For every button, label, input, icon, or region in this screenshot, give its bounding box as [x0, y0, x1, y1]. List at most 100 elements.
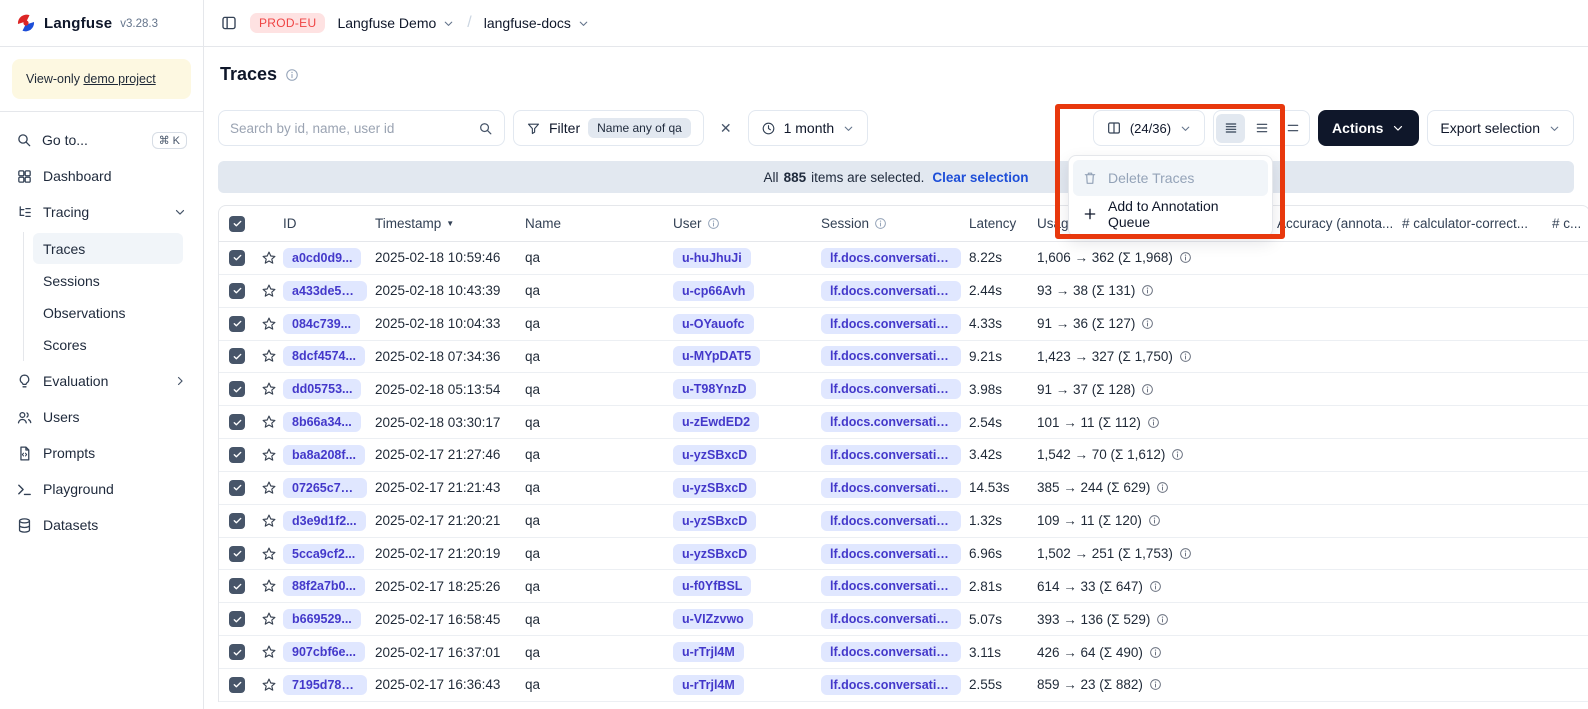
table-row[interactable]: 084c739... 2025-02-18 10:04:33 qa u-OYau… [219, 308, 1588, 341]
menu-item-delete-traces[interactable]: Delete Traces [1073, 160, 1268, 196]
user-badge[interactable]: u-MYpDAT5 [673, 346, 760, 366]
row-checkbox[interactable] [229, 447, 245, 463]
column-header-name[interactable]: Name [525, 216, 673, 231]
sidebar-item-tracing[interactable]: Tracing [8, 195, 195, 229]
trace-id-badge[interactable]: ba8a208f... [283, 445, 365, 465]
session-badge[interactable]: lf.docs.conversation... [821, 412, 961, 432]
column-header-timestamp[interactable]: Timestamp▼ [375, 216, 525, 231]
info-icon[interactable] [874, 217, 887, 230]
user-badge[interactable]: u-zEwdED2 [673, 412, 759, 432]
sidebar-toggle-icon[interactable] [220, 14, 238, 32]
user-badge[interactable]: u-f0YfBSL [673, 576, 751, 596]
trace-id-badge[interactable]: 907cbf6e... [283, 642, 365, 662]
table-row[interactable]: 907cbf6e... 2025-02-17 16:37:01 qa u-rTr… [219, 636, 1588, 669]
user-badge[interactable]: u-VIZzvwo [673, 609, 753, 629]
table-row[interactable]: a0cd0d9... 2025-02-18 10:59:46 qa u-huJh… [219, 242, 1588, 275]
session-badge[interactable]: lf.docs.conversation... [821, 445, 961, 465]
info-icon[interactable] [1149, 580, 1162, 593]
row-checkbox[interactable] [229, 677, 245, 693]
export-selection-button[interactable]: Export selection [1427, 110, 1574, 146]
sidebar-item-observations[interactable]: Observations [33, 297, 183, 328]
star-icon[interactable] [261, 611, 277, 627]
column-header-accuracy-score[interactable]: Accuracy (annota... [1259, 216, 1402, 231]
table-row[interactable]: a433de51... 2025-02-18 10:43:39 qa u-cp6… [219, 275, 1588, 308]
star-icon[interactable] [261, 283, 277, 299]
info-icon[interactable] [1179, 547, 1192, 560]
org-switcher[interactable]: Langfuse Demo [337, 15, 455, 31]
column-header-session[interactable]: Session [821, 216, 969, 231]
row-checkbox[interactable] [229, 513, 245, 529]
table-row[interactable]: b669529... 2025-02-17 16:58:45 qa u-VIZz… [219, 603, 1588, 636]
sidebar-item-sessions[interactable]: Sessions [33, 265, 183, 296]
session-badge[interactable]: lf.docs.conversation... [821, 544, 961, 564]
table-row[interactable]: dd05753... 2025-02-18 05:13:54 qa u-T98Y… [219, 373, 1588, 406]
search-box[interactable] [218, 110, 505, 146]
session-badge[interactable]: lf.docs.conversation... [821, 642, 961, 662]
row-height-small-button[interactable] [1216, 114, 1245, 143]
session-badge[interactable]: lf.docs.conversation... [821, 576, 961, 596]
trace-id-badge[interactable]: a0cd0d9... [283, 248, 361, 268]
row-checkbox[interactable] [229, 250, 245, 266]
star-icon[interactable] [261, 414, 277, 430]
info-icon[interactable] [1148, 514, 1161, 527]
user-badge[interactable]: u-T98YnzD [673, 379, 756, 399]
user-badge[interactable]: u-yzSBxcD [673, 445, 756, 465]
info-icon[interactable] [1141, 284, 1154, 297]
star-icon[interactable] [261, 480, 277, 496]
star-icon[interactable] [261, 677, 277, 693]
star-icon[interactable] [261, 578, 277, 594]
table-row[interactable]: 8dcf4574... 2025-02-18 07:34:36 qa u-MYp… [219, 341, 1588, 374]
info-icon[interactable] [1179, 350, 1192, 363]
info-icon[interactable] [1149, 646, 1162, 659]
user-badge[interactable]: u-OYauofc [673, 314, 754, 334]
info-icon[interactable] [285, 68, 299, 82]
trace-id-badge[interactable]: 5cca9cf2... [283, 544, 364, 564]
search-input[interactable] [230, 121, 470, 136]
user-badge[interactable]: u-yzSBxcD [673, 511, 756, 531]
sidebar-item-prompts[interactable]: Prompts [8, 436, 195, 470]
trace-id-badge[interactable]: 7195d78e... [283, 675, 367, 695]
table-row[interactable]: 88f2a7b0... 2025-02-17 18:25:26 qa u-f0Y… [219, 570, 1588, 603]
session-badge[interactable]: lf.docs.conversation... [821, 281, 961, 301]
trace-id-badge[interactable]: 8b66a34... [283, 412, 361, 432]
row-height-large-button[interactable] [1278, 114, 1307, 143]
user-badge[interactable]: u-yzSBxcD [673, 544, 756, 564]
select-all-checkbox[interactable] [229, 216, 245, 232]
star-icon[interactable] [261, 546, 277, 562]
column-header-latency[interactable]: Latency [969, 216, 1037, 231]
trace-id-badge[interactable]: 8dcf4574... [283, 346, 365, 366]
column-header-score3[interactable]: # c... [1552, 216, 1588, 231]
table-row[interactable]: d3e9d1f2... 2025-02-17 21:20:21 qa u-yzS… [219, 505, 1588, 538]
sidebar-item-traces[interactable]: Traces [33, 233, 183, 264]
row-checkbox[interactable] [229, 611, 245, 627]
clear-filter-button[interactable]: ✕ [712, 114, 740, 143]
menu-item-add-to-annotation-queue[interactable]: Add to Annotation Queue [1073, 196, 1268, 232]
column-visibility-button[interactable]: (24/36) [1093, 110, 1205, 146]
session-badge[interactable]: lf.docs.conversation... [821, 478, 961, 498]
row-checkbox[interactable] [229, 644, 245, 660]
row-checkbox[interactable] [229, 546, 245, 562]
star-icon[interactable] [261, 250, 277, 266]
session-badge[interactable]: lf.docs.conversation... [821, 346, 961, 366]
table-row[interactable]: 7195d78e... 2025-02-17 16:36:43 qa u-rTr… [219, 669, 1588, 702]
clear-selection-link[interactable]: Clear selection [932, 170, 1028, 185]
goto-button[interactable]: Go to... ⌘ K [8, 123, 195, 157]
info-icon[interactable] [1179, 251, 1192, 264]
info-icon[interactable] [1156, 481, 1169, 494]
trace-id-badge[interactable]: a433de51... [283, 281, 367, 301]
session-badge[interactable]: lf.docs.conversation... [821, 314, 961, 334]
row-checkbox[interactable] [229, 578, 245, 594]
trace-id-badge[interactable]: b669529... [283, 609, 361, 629]
table-row[interactable]: ba8a208f... 2025-02-17 21:27:46 qa u-yzS… [219, 439, 1588, 472]
user-badge[interactable]: u-rTrjl4M [673, 675, 744, 695]
trace-id-badge[interactable]: 084c739... [283, 314, 360, 334]
star-icon[interactable] [261, 381, 277, 397]
star-icon[interactable] [261, 316, 277, 332]
user-badge[interactable]: u-rTrjl4M [673, 642, 744, 662]
column-header-id[interactable]: ID [283, 216, 375, 231]
row-checkbox[interactable] [229, 480, 245, 496]
demo-project-link[interactable]: demo project [83, 72, 155, 86]
sidebar-item-dashboard[interactable]: Dashboard [8, 159, 195, 193]
star-icon[interactable] [261, 644, 277, 660]
project-switcher[interactable]: langfuse-docs [484, 15, 590, 31]
